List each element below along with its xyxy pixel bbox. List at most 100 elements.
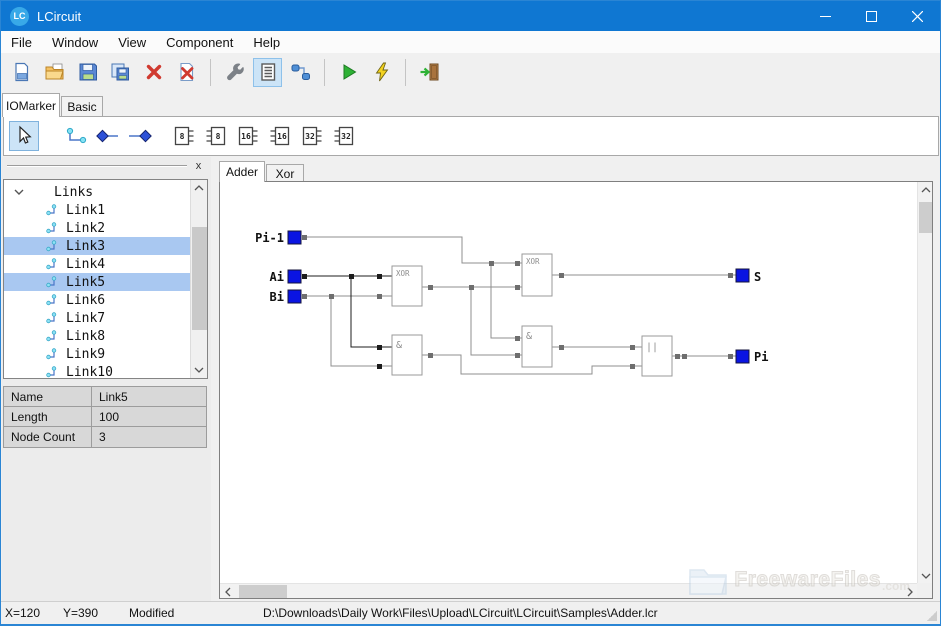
tree-item-link1[interactable]: Link1 — [4, 201, 191, 219]
marker-label-s: S — [754, 270, 761, 284]
minimize-button[interactable] — [802, 1, 848, 31]
run-button[interactable] — [334, 58, 363, 87]
marker-bi[interactable] — [288, 290, 301, 303]
delete-button[interactable] — [139, 58, 168, 87]
output-marker-tool-button[interactable] — [125, 121, 155, 151]
open-file-button[interactable] — [40, 58, 69, 87]
delete-file-button[interactable] — [172, 58, 201, 87]
tree-item-label: Link10 — [66, 365, 113, 380]
marker-label-bi: Bi — [270, 290, 284, 304]
link-icon — [44, 329, 58, 343]
or1-label: || — [646, 342, 658, 353]
tool-palette: 8 8 16 16 — [3, 116, 939, 156]
wire-set-black[interactable] — [302, 276, 392, 347]
palette-tab-iomarker[interactable]: IOMarker — [2, 93, 60, 117]
tree-item-link8[interactable]: Link8 — [4, 327, 191, 345]
menu-item-file[interactable]: File — [1, 31, 42, 53]
property-row-node-count: Node Count 3 — [4, 427, 206, 447]
menu-item-component[interactable]: Component — [156, 31, 243, 53]
bus-8-out-tool-button[interactable]: 8 — [169, 121, 199, 151]
panel-drag-grip[interactable] — [7, 165, 187, 167]
new-file-button[interactable] — [7, 58, 36, 87]
marker-s[interactable] — [736, 269, 749, 282]
circuit-drawing[interactable]: XOR & XOR & || — [220, 182, 917, 583]
tree-item-link2[interactable]: Link2 — [4, 219, 191, 237]
link-icon — [44, 203, 58, 217]
link-icon — [44, 311, 58, 325]
exit-button[interactable] — [415, 58, 444, 87]
bus-8-in-tool-button[interactable]: 8 — [201, 121, 231, 151]
schematic-canvas[interactable]: XOR & XOR & || — [219, 181, 933, 599]
tree-scroll-thumb[interactable] — [192, 227, 207, 330]
save-button[interactable] — [73, 58, 102, 87]
maximize-button[interactable] — [848, 1, 894, 31]
tree-scrollbar[interactable] — [190, 180, 207, 378]
wire-tool-button[interactable] — [61, 121, 91, 151]
property-row-length: Length 100 — [4, 407, 206, 427]
canvas-hscroll-thumb[interactable] — [239, 585, 287, 598]
bus-label: 32 — [341, 132, 351, 141]
resize-grip[interactable] — [927, 611, 937, 621]
canvas-scroll-left-button[interactable] — [220, 584, 235, 599]
link-icon — [44, 347, 58, 361]
document-tab-xor[interactable]: Xor — [266, 164, 304, 182]
property-value[interactable]: 3 — [92, 427, 106, 447]
links-tree: Links Link1 Link2 Link3 Link4 — [3, 179, 208, 379]
close-button[interactable] — [894, 1, 940, 31]
marker-pi[interactable] — [736, 350, 749, 363]
property-value[interactable]: Link5 — [92, 387, 128, 406]
title-bar: LC LCircuit — [1, 1, 940, 31]
bus-32-in-tool-button[interactable]: 32 — [329, 121, 359, 151]
tools-button[interactable] — [220, 58, 249, 87]
wire-icon — [64, 124, 88, 148]
bus-32-out-tool-button[interactable]: 32 — [297, 121, 327, 151]
canvas-scroll-up-button[interactable] — [918, 182, 933, 197]
tree-root-label: Links — [54, 185, 93, 200]
link-icon — [44, 293, 58, 307]
bus-16-in-tool-button[interactable]: 16 — [265, 121, 295, 151]
output-marker-icon — [127, 124, 153, 148]
canvas-vscroll-thumb[interactable] — [919, 202, 932, 233]
canvas-horizontal-scrollbar[interactable] — [220, 583, 917, 598]
links-button[interactable] — [286, 58, 315, 87]
chevron-up-icon — [921, 187, 931, 193]
tree-item-link4[interactable]: Link4 — [4, 255, 191, 273]
menu-item-help[interactable]: Help — [243, 31, 290, 53]
tree-item-link3[interactable]: Link3 — [4, 237, 191, 255]
tree-item-link10[interactable]: Link10 — [4, 363, 191, 379]
tree-item-label: Link5 — [66, 275, 105, 290]
panel-close-button[interactable]: x — [191, 158, 206, 173]
tree-item-link5[interactable]: Link5 — [4, 273, 191, 291]
link-icon — [44, 239, 58, 253]
toolbar-separator — [324, 59, 325, 86]
tree-scroll-up-button[interactable] — [191, 180, 207, 196]
select-tool-button[interactable] — [9, 121, 39, 151]
property-value[interactable]: 100 — [92, 407, 119, 426]
menu-item-window[interactable]: Window — [42, 31, 108, 53]
marker-pi-prev[interactable] — [288, 231, 301, 244]
property-table: Name Link5 Length 100 Node Count 3 — [3, 386, 207, 448]
tree-root-links[interactable]: Links — [4, 183, 191, 201]
app-icon: LC — [10, 7, 29, 26]
canvas-scroll-right-button[interactable] — [902, 584, 917, 599]
marker-ai[interactable] — [288, 270, 301, 283]
palette-tab-basic[interactable]: Basic — [61, 96, 103, 117]
tree-item-link7[interactable]: Link7 — [4, 309, 191, 327]
marker-label-pi: Pi — [754, 350, 768, 364]
save-all-button[interactable] — [106, 58, 135, 87]
toolbar-separator — [405, 59, 406, 86]
document-tab-adder[interactable]: Adder — [219, 161, 265, 182]
tree-item-link6[interactable]: Link6 — [4, 291, 191, 309]
simulate-button[interactable] — [367, 58, 396, 87]
menu-item-view[interactable]: View — [108, 31, 156, 53]
canvas-vertical-scrollbar[interactable] — [917, 182, 932, 583]
tree-scroll-down-button[interactable] — [191, 362, 207, 378]
bus-16-out-tool-button[interactable]: 16 — [233, 121, 263, 151]
component-list-button[interactable] — [253, 58, 282, 87]
property-row-name: Name Link5 — [4, 387, 206, 407]
bus-8-in-icon: 8 — [203, 123, 229, 149]
canvas-scroll-down-button[interactable] — [918, 568, 933, 583]
tree-item-link9[interactable]: Link9 — [4, 345, 191, 363]
input-marker-tool-button[interactable] — [93, 121, 123, 151]
component-list-icon — [258, 62, 278, 82]
